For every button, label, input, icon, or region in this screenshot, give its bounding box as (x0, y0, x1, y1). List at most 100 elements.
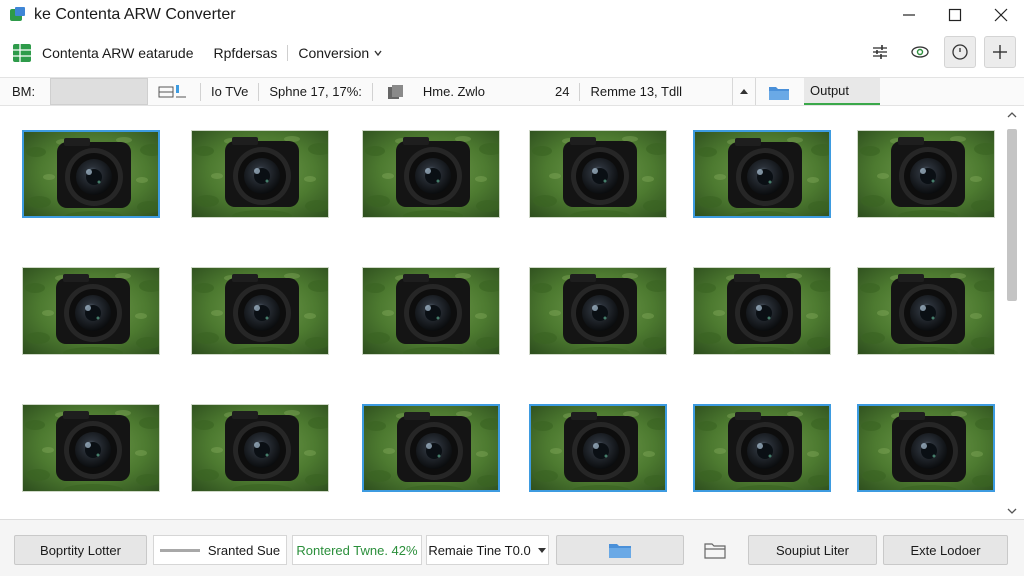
thumbnail-grid (0, 107, 1003, 519)
camera-thumbnail[interactable] (22, 404, 160, 492)
window-title: ke Contenta ARW Converter (34, 6, 236, 23)
camera-thumbnail[interactable] (191, 267, 329, 355)
camera-image (859, 406, 993, 490)
menu-divider (287, 45, 289, 61)
camera-thumbnail[interactable] (857, 130, 995, 218)
add-button[interactable] (984, 36, 1016, 68)
browse-folder-button[interactable] (556, 535, 684, 565)
exit-folder-button[interactable]: Exte Lodoer (883, 535, 1008, 565)
maximize-button[interactable] (932, 0, 978, 30)
close-button[interactable] (978, 0, 1024, 30)
menu-app-name[interactable]: Contenta ARW eatarude (42, 45, 194, 61)
camera-image (531, 406, 665, 490)
settings-sliders-button[interactable] (864, 36, 896, 68)
window-controls (886, 0, 1024, 30)
app-icon (10, 7, 26, 23)
scroll-up-icon[interactable] (1007, 111, 1017, 119)
camera-thumbnail[interactable] (362, 130, 500, 218)
vertical-scrollbar[interactable] (1004, 107, 1020, 519)
camera-image (363, 131, 499, 217)
infobar-divider (200, 82, 201, 101)
preview-toggle-icon[interactable] (158, 84, 190, 100)
conversion-label: Conversion (298, 45, 370, 61)
camera-thumbnail[interactable] (362, 404, 500, 492)
output-filter-button[interactable]: Soupiut Liter (748, 535, 877, 565)
camera-thumbnail[interactable] (191, 404, 329, 492)
camera-thumbnail[interactable] (529, 130, 667, 218)
infobar-divider (579, 82, 581, 101)
rendered-time-label: Rontered Twne. 42% (296, 542, 418, 558)
camera-thumbnail[interactable] (693, 404, 831, 492)
menu-item-2[interactable]: Rpfdersas (214, 45, 278, 61)
infobar-divider (371, 82, 373, 101)
info-bar: BM: Io TVe Sphne 17, 17%: Hme. Zwlo 24 R… (0, 77, 1024, 106)
chevron-up-icon (739, 88, 748, 94)
camera-thumbnail[interactable] (857, 404, 995, 492)
priority-folder-button[interactable]: Boprtity Lotter (14, 535, 147, 565)
camera-image (192, 405, 328, 491)
clock-icon (952, 44, 968, 60)
camera-image (858, 268, 994, 354)
close-icon (994, 8, 1008, 22)
camera-thumbnail[interactable] (22, 130, 160, 218)
remaining-text: Remme 13, Tdll (590, 84, 682, 99)
spreadsheet-icon[interactable] (12, 43, 32, 63)
camera-thumbnail[interactable] (693, 130, 831, 218)
bottom-bar: Boprtity Lotter Sranted Sue Rontered Twn… (0, 519, 1024, 576)
minimize-button[interactable] (886, 0, 932, 30)
exit-folder-label: Exte Lodoer (910, 542, 981, 558)
camera-image (23, 268, 159, 354)
camera-image (695, 406, 829, 490)
folder-icon[interactable] (768, 83, 790, 101)
output-label: Output (809, 83, 850, 98)
bm-field[interactable] (50, 78, 148, 105)
camera-thumbnail[interactable] (693, 267, 831, 355)
camera-thumbnail[interactable] (529, 267, 667, 355)
started-size-field: Sranted Sue (153, 535, 287, 565)
time-text: Hme. Zwlo (422, 84, 485, 99)
eye-icon (911, 46, 929, 58)
chevron-down-icon (537, 548, 546, 553)
camera-image (530, 268, 666, 354)
camera-image (694, 268, 830, 354)
camera-image (363, 268, 499, 354)
scrollbar-thumb[interactable] (1007, 129, 1017, 301)
scroll-down-icon[interactable] (1007, 507, 1017, 515)
camera-image (364, 406, 498, 490)
camera-image (24, 132, 158, 216)
camera-image (530, 131, 666, 217)
camera-thumbnail[interactable] (529, 404, 667, 492)
toolbar-right (864, 36, 1016, 68)
chevron-down-icon (374, 50, 382, 57)
rendered-time-field: Rontered Twne. 42% (292, 535, 422, 565)
camera-image (695, 132, 829, 216)
camera-thumbnail[interactable] (362, 267, 500, 355)
type-label: Io TVe (211, 84, 249, 99)
bm-label: BM: (12, 84, 36, 99)
open-folder-button[interactable] (700, 535, 730, 565)
camera-image (192, 131, 328, 217)
output-button[interactable]: Output (803, 78, 880, 105)
folder-icon (609, 544, 631, 558)
camera-image (192, 268, 328, 354)
folder-icon (704, 543, 726, 559)
output-filter-label: Soupiut Liter (776, 542, 849, 558)
plus-icon (993, 45, 1007, 59)
history-button[interactable] (944, 36, 976, 68)
maximize-icon (948, 8, 962, 22)
infobar-divider (258, 82, 260, 101)
preview-button[interactable] (904, 36, 936, 68)
conversion-menu[interactable]: Conversion (298, 45, 383, 61)
started-size-label: Sranted Sue (207, 542, 281, 558)
camera-thumbnail[interactable] (191, 130, 329, 218)
camera-thumbnail[interactable] (857, 267, 995, 355)
documents-icon (387, 84, 403, 99)
menu-bar: Contenta ARW eatarude Rpfdersas Conversi… (0, 30, 1024, 76)
remaining-time-label: Remaie Tine T0.0 (428, 542, 531, 558)
camera-image (23, 405, 159, 491)
camera-thumbnail[interactable] (22, 267, 160, 355)
sort-up-button[interactable] (731, 78, 756, 105)
remaining-time-dropdown[interactable]: Remaie Tine T0.0 (426, 535, 549, 565)
priority-folder-label: Boprtity Lotter (40, 542, 121, 558)
line-icon (159, 548, 200, 552)
